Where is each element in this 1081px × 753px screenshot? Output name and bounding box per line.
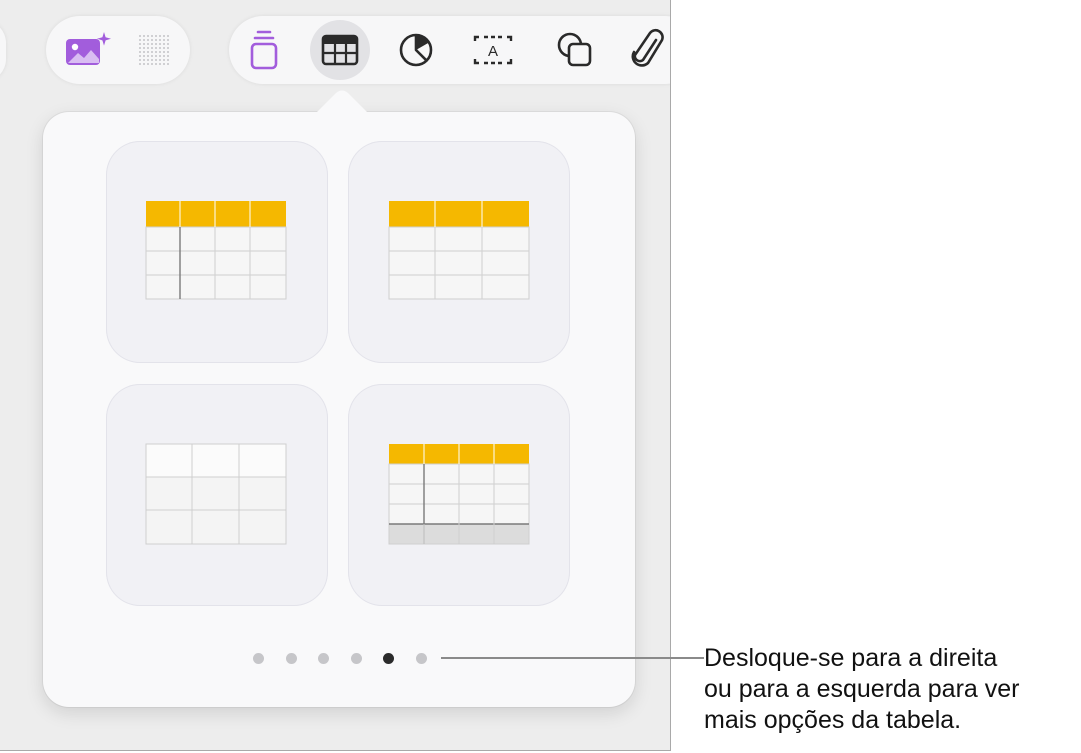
- insert-media-button[interactable]: [618, 20, 670, 80]
- insert-chart-button[interactable]: [386, 20, 446, 80]
- table-preview: [145, 443, 287, 545]
- table-style-header-row[interactable]: [348, 141, 570, 363]
- callout-text: Desloque-se para a direita ou para a esq…: [704, 643, 1081, 736]
- image-generate-button[interactable]: [56, 20, 116, 80]
- page-dot[interactable]: [350, 653, 362, 664]
- page-dot[interactable]: [253, 653, 264, 664]
- insert-shape-button[interactable]: [545, 20, 605, 80]
- table-style-plain[interactable]: [106, 384, 328, 606]
- table-style-header-row-header-column-footer[interactable]: [348, 384, 570, 606]
- page-dot[interactable]: [285, 653, 297, 664]
- dot-grid-button[interactable]: [124, 20, 184, 80]
- popover-arrow: [316, 90, 368, 113]
- shape-icon: [555, 30, 595, 70]
- chart-pie-icon: [396, 30, 436, 70]
- table-icon: [320, 33, 360, 67]
- table-styles-popover: [43, 112, 635, 707]
- table-preview: [145, 201, 287, 300]
- table-preview: [388, 201, 530, 300]
- callout-line-2: ou para a esquerda para ver: [704, 675, 1020, 703]
- callout-leader-line: [441, 657, 704, 659]
- table-preview: [388, 444, 530, 545]
- dot-grid-icon: [134, 30, 174, 70]
- table-style-header-row-header-column[interactable]: [106, 141, 328, 363]
- text-box-glyph: A: [488, 43, 498, 60]
- text-box-icon: A: [471, 33, 515, 67]
- app-screen: A: [0, 0, 671, 751]
- image-sparkle-icon: [61, 30, 111, 70]
- stack-icon: [244, 28, 284, 72]
- callout-line-3: mais opções da tabela.: [704, 706, 962, 734]
- insert-text-button[interactable]: A: [463, 20, 523, 80]
- insert-sample-button[interactable]: [234, 20, 294, 80]
- callout-line-1: Desloque-se para a direita: [704, 644, 998, 672]
- page-dot[interactable]: [416, 653, 427, 664]
- toolbar-pill-edge: [0, 20, 6, 82]
- insert-table-button[interactable]: [310, 20, 370, 80]
- paperclip-icon: [628, 28, 668, 72]
